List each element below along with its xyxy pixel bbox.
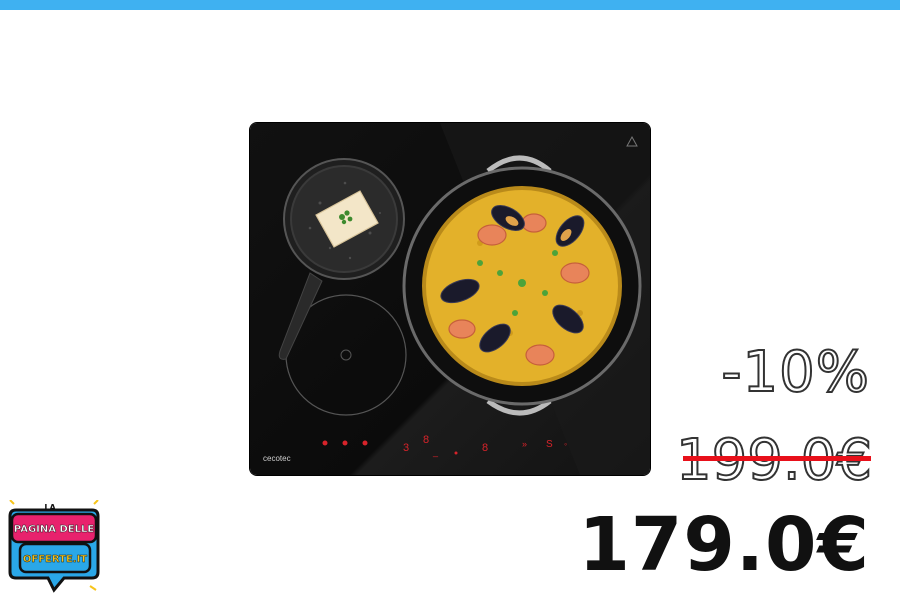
- induction-hob-photo: 3 8 _ 8 » S ◦ cecotec: [263, 123, 650, 475]
- svg-text:»: »: [522, 439, 527, 449]
- product-image: 3 8 _ 8 » S ◦ cecotec: [250, 123, 650, 475]
- brand-logo: LA PAGINA DELLE OFFERTE.IT: [6, 499, 102, 596]
- frying-pan: [278, 158, 405, 360]
- top-accent-bar: [0, 0, 900, 10]
- old-price-strikethrough: [683, 456, 871, 461]
- svg-text:_: _: [432, 447, 439, 457]
- discount-label: -10%: [720, 339, 870, 406]
- logo-line1: LA: [44, 503, 56, 512]
- logo-graphic: LA PAGINA DELLE OFFERTE.IT: [8, 499, 100, 593]
- svg-text:◦: ◦: [564, 439, 567, 449]
- brand-label: cecotec: [263, 454, 291, 463]
- new-price: 179.0€: [578, 502, 870, 588]
- svg-text:8: 8: [482, 442, 488, 454]
- svg-text:8: 8: [423, 434, 429, 446]
- svg-text:S: S: [546, 439, 553, 450]
- svg-text:3: 3: [403, 442, 409, 454]
- control-panel: 3 8 _ 8 » S ◦: [322, 434, 567, 457]
- logo-line3: OFFERTE.IT: [23, 554, 87, 565]
- logo-line2: PAGINA DELLE: [14, 524, 95, 535]
